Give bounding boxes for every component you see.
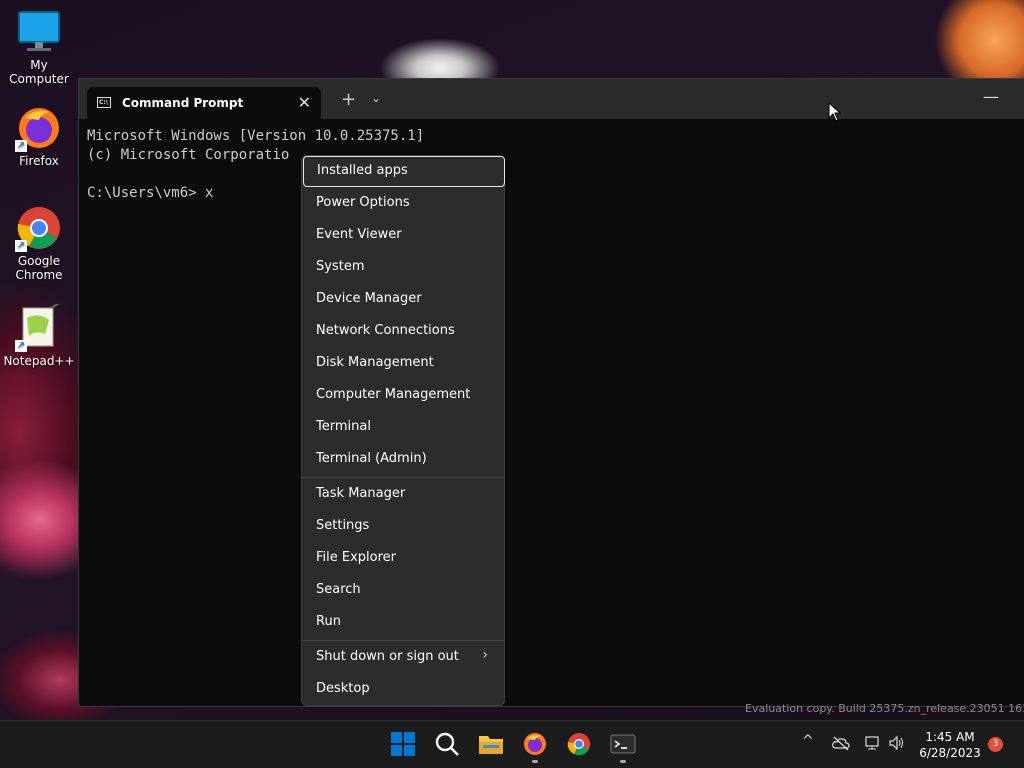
chevron-up-icon[interactable]: ^	[802, 733, 814, 749]
menu-item-device-manager[interactable]: Device Manager	[302, 284, 504, 315]
menu-item-label: Power Options	[316, 195, 410, 210]
menu-item-label: Search	[316, 582, 361, 597]
firefox-icon: ↗	[15, 104, 63, 152]
desktop-icon-label: Firefox	[19, 154, 59, 168]
running-indicator	[620, 760, 626, 763]
menu-item-label: System	[316, 259, 365, 274]
terminal-icon	[610, 734, 636, 754]
shortcut-arrow-icon: ↗	[15, 340, 27, 352]
search-button[interactable]	[434, 731, 460, 757]
menu-item-label: Desktop	[316, 681, 370, 696]
terminal-window: C:\ Command Prompt ✕ + ⌄ — Microsoft Win…	[78, 78, 1024, 707]
menu-item-run[interactable]: Run	[302, 607, 504, 638]
volume-icon[interactable]	[888, 735, 906, 755]
menu-item-label: Computer Management	[316, 387, 471, 402]
folder-icon	[479, 736, 503, 754]
menu-item-power-options[interactable]: Power Options	[302, 188, 504, 219]
network-icon[interactable]	[864, 735, 882, 755]
clock-time: 1:45 AM	[925, 730, 975, 744]
chevron-right-icon: ›	[482, 647, 488, 663]
menu-item-task-manager[interactable]: Task Manager	[302, 479, 504, 510]
menu-item-search[interactable]: Search	[302, 575, 504, 606]
firefox-icon	[524, 733, 546, 755]
file-explorer-button[interactable]	[478, 731, 504, 757]
chevron-down-icon[interactable]: ⌄	[371, 91, 381, 105]
menu-item-label: Terminal (Admin)	[316, 451, 427, 466]
tab-title: Command Prompt	[122, 96, 244, 110]
menu-item-disk-management[interactable]: Disk Management	[302, 348, 504, 379]
desktop-icon-my-computer[interactable]: My Computer	[0, 8, 78, 86]
menu-item-label: Event Viewer	[316, 227, 402, 242]
menu-item-label: Disk Management	[316, 355, 434, 370]
clock[interactable]: 1:45 AM 6/28/2023	[912, 729, 988, 761]
menu-item-label: Run	[316, 614, 341, 629]
menu-item-label: Device Manager	[316, 291, 422, 306]
desktop-icon-label: Google Chrome	[15, 254, 63, 282]
menu-item-terminal-admin[interactable]: Terminal (Admin)	[302, 444, 504, 475]
console-line: Microsoft Windows [Version 10.0.25375.1]	[87, 128, 425, 144]
menu-item-label: Network Connections	[316, 323, 455, 338]
menu-item-desktop[interactable]: Desktop	[302, 674, 504, 705]
monitor-icon	[15, 8, 63, 56]
power-user-menu: Installed apps Power Options Event Viewe…	[301, 155, 505, 706]
mouse-cursor-icon	[828, 102, 842, 122]
shortcut-arrow-icon: ↗	[15, 140, 27, 152]
menu-item-label: Installed apps	[317, 163, 408, 178]
menu-item-label: Terminal	[316, 419, 371, 434]
shortcut-arrow-icon: ↗	[15, 240, 27, 252]
cloud-offline-icon[interactable]	[832, 735, 850, 755]
evaluation-watermark: Evaluation copy. Build 25375.zn_release.…	[745, 702, 1024, 715]
desktop-icon-chrome[interactable]: ↗ Google Chrome	[0, 204, 78, 282]
clock-date: 6/28/2023	[919, 746, 981, 760]
menu-item-settings[interactable]: Settings	[302, 511, 504, 542]
new-tab-button[interactable]: +	[341, 89, 356, 110]
menu-item-shut-down[interactable]: Shut down or sign out ›	[302, 642, 504, 673]
menu-item-event-viewer[interactable]: Event Viewer	[302, 220, 504, 251]
chrome-icon: ↗	[15, 204, 63, 252]
menu-item-label: Task Manager	[316, 486, 406, 501]
desktop-icon-label: My Computer	[9, 58, 69, 86]
close-tab-icon[interactable]: ✕	[298, 93, 311, 112]
minimize-button[interactable]: —	[983, 87, 999, 106]
menu-item-terminal[interactable]: Terminal	[302, 412, 504, 443]
menu-item-file-explorer[interactable]: File Explorer	[302, 543, 504, 574]
running-indicator	[532, 760, 538, 763]
menu-item-label: Settings	[316, 518, 370, 533]
cmd-icon: C:\	[97, 97, 111, 108]
taskbar: ^ 1:45 AM 6/28/2023 3	[0, 720, 1024, 768]
menu-separator	[302, 477, 504, 478]
chrome-icon	[567, 733, 590, 756]
tab-command-prompt[interactable]: C:\ Command Prompt ✕	[87, 87, 321, 119]
notification-badge[interactable]: 3	[988, 737, 1003, 752]
menu-item-installed-apps[interactable]: Installed apps	[303, 156, 505, 187]
menu-item-label: Shut down or sign out	[316, 649, 459, 664]
terminal-taskbar-button[interactable]	[610, 731, 636, 763]
desktop-icon-firefox[interactable]: ↗ Firefox	[0, 104, 78, 168]
title-bar[interactable]: C:\ Command Prompt ✕ + ⌄ —	[79, 79, 1024, 119]
windows-logo-icon	[391, 732, 415, 756]
desktop-icon-notepadpp[interactable]: ↗ Notepad++	[0, 301, 78, 368]
menu-item-label: File Explorer	[316, 550, 397, 565]
search-icon	[435, 732, 459, 756]
firefox-taskbar-button[interactable]	[522, 731, 548, 763]
desktop-icon-label: Notepad++	[3, 354, 75, 368]
menu-item-system[interactable]: System	[302, 252, 504, 283]
start-button[interactable]	[390, 731, 416, 757]
menu-item-network-connections[interactable]: Network Connections	[302, 316, 504, 347]
chrome-taskbar-button[interactable]	[566, 731, 592, 757]
notepadpp-icon: ↗	[15, 301, 63, 352]
menu-separator	[302, 640, 504, 641]
menu-item-computer-management[interactable]: Computer Management	[302, 380, 504, 411]
